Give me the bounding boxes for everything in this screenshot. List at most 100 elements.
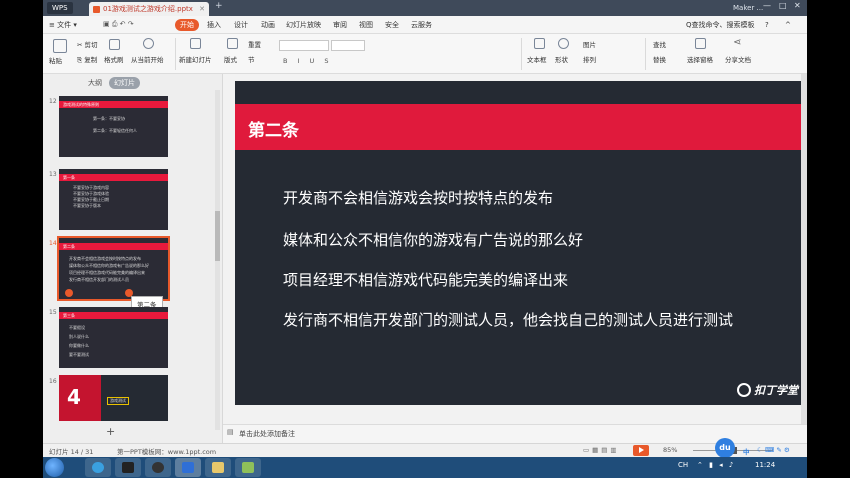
menu-tab-home[interactable]: 开始 bbox=[175, 19, 199, 31]
paste-icon[interactable] bbox=[53, 39, 67, 53]
textbox-button[interactable]: 文本框 bbox=[527, 55, 547, 65]
find-button[interactable]: 查找 bbox=[653, 40, 666, 50]
font-style-buttons[interactable]: B I U S bbox=[283, 56, 332, 66]
shape-icon bbox=[558, 38, 569, 49]
maximize-button[interactable]: □ bbox=[779, 1, 787, 10]
add-slide-button[interactable]: + bbox=[106, 425, 115, 438]
taskbar-app-green[interactable] bbox=[235, 458, 261, 477]
slide-thumbnail-16[interactable]: 4 游戏测试 bbox=[59, 375, 168, 421]
outline-tab[interactable]: 大纲 bbox=[88, 78, 102, 88]
slide-thumbnail-15[interactable]: 第三条 不要假设 别人说什么 你要做什么 要不要测试 bbox=[59, 307, 168, 368]
menu-tab-security[interactable]: 安全 bbox=[385, 19, 399, 31]
taskbar-folder[interactable] bbox=[205, 458, 231, 477]
view-mode-icons[interactable]: ▭▦▤▥ bbox=[583, 446, 620, 454]
picture-button[interactable]: 图片 bbox=[583, 40, 596, 50]
close-window-button[interactable]: ✕ bbox=[794, 1, 801, 10]
shape-button[interactable]: 形状 bbox=[555, 55, 568, 65]
taskbar-app-dark[interactable] bbox=[115, 458, 141, 477]
thumbnail-scrollbar-thumb[interactable] bbox=[215, 211, 220, 261]
play-from-current-icon bbox=[143, 38, 154, 49]
reset-button[interactable]: 重置 bbox=[248, 40, 261, 50]
slideshow-play-button[interactable] bbox=[633, 445, 649, 456]
tray-icons[interactable]: ⌃ ▮ ◂ ♪ bbox=[697, 461, 735, 469]
document-tab[interactable]: 01游戏测试之游戏介绍.pptx ✕ bbox=[89, 2, 209, 16]
current-slide[interactable]: 第二条 开发商不会相信游戏会按时按特点的发布 媒体和公众不相信你的游戏有广告说的… bbox=[235, 81, 807, 405]
document-tab-label: 01游戏测试之游戏介绍.pptx bbox=[103, 5, 193, 13]
menu-tab-cloud[interactable]: 云服务 bbox=[411, 19, 432, 31]
thumbnail-line: 要不要测试 bbox=[69, 352, 89, 357]
ribbon-separator bbox=[175, 38, 176, 70]
slide-bullet-3[interactable]: 项目经理不相信游戏代码能完美的编译出来 bbox=[283, 269, 568, 290]
taskbar-wps[interactable] bbox=[175, 458, 201, 477]
wps-app-button[interactable]: WPS bbox=[47, 2, 73, 14]
close-tab-icon[interactable]: ✕ bbox=[199, 2, 205, 16]
menu-tab-review[interactable]: 审阅 bbox=[333, 19, 347, 31]
thumbnail-section-number: 4 bbox=[67, 385, 81, 409]
start-button[interactable] bbox=[45, 458, 64, 477]
slides-tab[interactable]: 幻灯片 bbox=[109, 77, 140, 89]
slide-bullet-2[interactable]: 媒体和公众不相信你的游戏有广告说的那么好 bbox=[283, 229, 583, 250]
save-icon[interactable]: ▣ ⎙ ↶ ↷ bbox=[103, 18, 134, 30]
command-search[interactable]: Q查找命令、搜索模板 bbox=[686, 19, 755, 31]
menu-tab-design[interactable]: 设计 bbox=[234, 19, 248, 31]
font-family-select[interactable] bbox=[279, 40, 329, 51]
new-tab-button[interactable]: + bbox=[215, 1, 223, 11]
slide-thumbnail-13[interactable]: 第一条 不要妥协于游戏内容 不要妥协于游戏体验 不要妥协于截止日期 不要妥协于版… bbox=[59, 169, 168, 230]
format-painter-icon bbox=[109, 39, 120, 50]
title-bar: WPS 01游戏测试之游戏介绍.pptx ✕ + Maker ... — □ ✕ bbox=[43, 0, 807, 16]
share-button[interactable]: 分享文档 bbox=[725, 55, 751, 65]
slide-title[interactable]: 第二条 bbox=[248, 116, 299, 141]
file-menu[interactable]: ≡ 文件 ▾ bbox=[49, 19, 77, 31]
font-size-select[interactable] bbox=[331, 40, 365, 51]
slide-thumbnail-12[interactable]: 游戏测试的特殊原则 第一条：不要妥协 第二条：不要轻信任何人 bbox=[59, 96, 168, 157]
collapse-ribbon-icon[interactable]: ^ bbox=[785, 19, 791, 31]
zoom-level[interactable]: 85% bbox=[663, 446, 677, 454]
user-account-label[interactable]: Maker ... bbox=[733, 2, 763, 14]
thumbnail-line: 项目经理不相信游戏代码能完美的编译出来 bbox=[69, 270, 145, 275]
cut-button[interactable]: ✂ 剪切 bbox=[77, 40, 98, 50]
select-pane-button[interactable]: 选择窗格 bbox=[687, 55, 713, 65]
arrange-button[interactable]: 排列 bbox=[583, 55, 596, 65]
taskbar-app-go[interactable] bbox=[145, 458, 171, 477]
help-icon[interactable]: ? bbox=[765, 19, 769, 31]
ribbon-separator bbox=[645, 38, 646, 70]
ime-language-indicator[interactable]: 中 bbox=[743, 446, 750, 456]
menu-tab-slideshow[interactable]: 幻灯片放映 bbox=[286, 19, 321, 31]
layout-button[interactable]: 版式 bbox=[224, 55, 237, 65]
slide-bullet-1[interactable]: 开发商不会相信游戏会按时按特点的发布 bbox=[283, 187, 553, 208]
thumbnail-number: 15 bbox=[49, 309, 57, 316]
minimize-button[interactable]: — bbox=[763, 1, 771, 10]
slide-title-band: 第二条 bbox=[235, 104, 807, 150]
status-bar: 幻灯片 14 / 31 第一PPT模板网：www.1ppt.com ▭▦▤▥ 8… bbox=[43, 438, 807, 458]
thumbnail-number: 13 bbox=[49, 171, 57, 178]
thumbnail-line: 开发商不会相信游戏会按时按特点的发布 bbox=[69, 256, 141, 261]
thumbnail-play-icon[interactable] bbox=[65, 289, 73, 297]
kouding-logo-icon bbox=[737, 383, 751, 397]
thumbnail-number: 12 bbox=[49, 98, 57, 105]
copy-button[interactable]: ⎘ 复制 bbox=[77, 55, 97, 65]
canvas-scrollbar[interactable] bbox=[801, 74, 807, 424]
slide-bullet-4[interactable]: 发行商不相信开发部门的测试人员，他会找自己的测试人员进行测试 bbox=[283, 309, 733, 330]
menu-tab-animation[interactable]: 动画 bbox=[261, 19, 275, 31]
baidu-du-icon[interactable]: du bbox=[715, 438, 735, 458]
windows-taskbar: CH ⌃ ▮ ◂ ♪ 11:24 bbox=[43, 457, 807, 478]
paste-button[interactable]: 粘贴 bbox=[49, 56, 62, 66]
ime-toolbar-icons[interactable]: ☾ ⌨ ✎ ⚙ bbox=[757, 446, 790, 454]
replace-button[interactable]: 替换 bbox=[653, 55, 666, 65]
kouding-logo-text: 扣丁学堂 bbox=[754, 384, 798, 397]
notes-placeholder[interactable]: 单击此处添加备注 bbox=[239, 429, 295, 439]
tray-language[interactable]: CH bbox=[678, 461, 688, 469]
menu-tab-insert[interactable]: 插入 bbox=[207, 19, 221, 31]
menu-bar: ≡ 文件 ▾ ▣ ⎙ ↶ ↷ 开始 插入 设计 动画 幻灯片放映 审阅 视图 安… bbox=[43, 16, 807, 34]
taskbar-clock[interactable]: 11:24 bbox=[755, 461, 775, 469]
section-button[interactable]: 节 bbox=[248, 55, 255, 65]
menu-tab-view[interactable]: 视图 bbox=[359, 19, 373, 31]
play-from-current-button[interactable]: 从当前开始 bbox=[131, 55, 164, 65]
thumbnail-number: 14 bbox=[49, 240, 57, 247]
thumbnail-title: 第一条 bbox=[63, 175, 75, 180]
new-slide-button[interactable]: 新建幻灯片 bbox=[179, 55, 212, 65]
format-painter-button[interactable]: 格式刷 bbox=[104, 55, 124, 65]
thumbnail-title: 第三条 bbox=[63, 313, 75, 318]
taskbar-ie[interactable] bbox=[85, 458, 111, 477]
slide-thumbnail-14-selected[interactable]: 第二条 开发商不会相信游戏会按时按特点的发布 媒体和公众不相信你的游戏有广告说的… bbox=[57, 236, 170, 301]
